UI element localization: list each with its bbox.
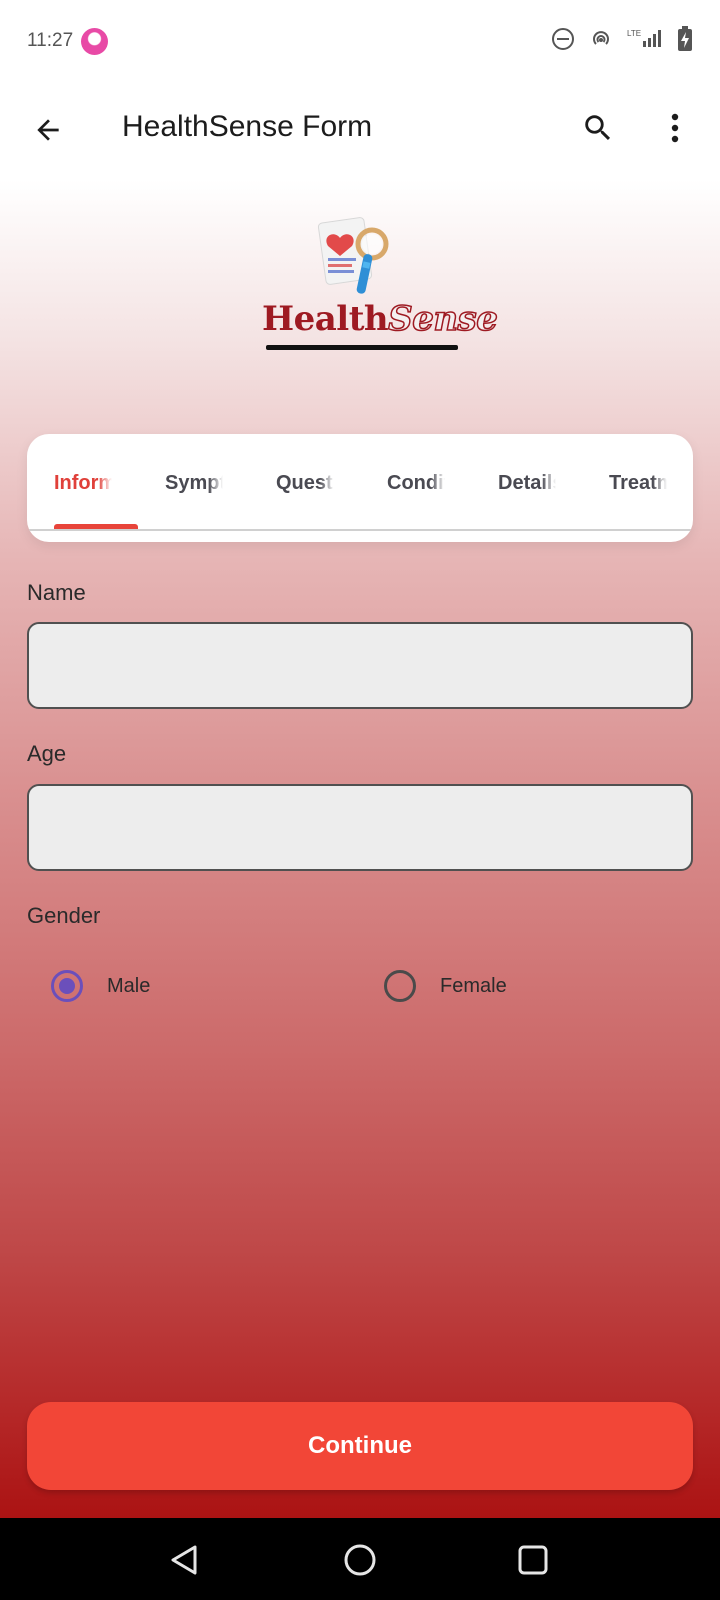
logo-sense-text: Sense — [387, 299, 498, 339]
radio-selected-dot — [59, 978, 75, 994]
search-icon — [585, 115, 611, 141]
back-button[interactable] — [28, 110, 68, 150]
logo-wordmark: HealthSense — [262, 299, 499, 339]
nav-back-icon — [171, 1545, 197, 1575]
healthsense-logo: HealthSense — [250, 210, 499, 360]
tab-details[interactable]: Details — [498, 472, 556, 495]
tab-symptoms[interactable]: Symptoms — [165, 472, 223, 495]
radio-male-label: Male — [107, 974, 151, 997]
name-label: Name — [27, 580, 86, 605]
back-arrow-icon — [37, 119, 59, 141]
hotspot-icon — [589, 27, 613, 56]
notification-avatar-icon — [81, 27, 109, 55]
tab-questions[interactable]: Questions — [276, 472, 334, 495]
nav-home-icon — [344, 1544, 376, 1576]
nav-recents-icon — [518, 1545, 548, 1575]
age-label: Age — [27, 741, 67, 766]
lte-signal-icon: LTE — [627, 27, 663, 56]
battery-charging-icon — [677, 25, 693, 57]
more-options-button[interactable] — [660, 108, 690, 148]
page-title: HealthSense Form — [122, 110, 373, 143]
radio-female-label: Female — [440, 974, 507, 997]
logo-health-text: Health — [262, 299, 389, 339]
gender-option-male[interactable]: Male — [51, 966, 150, 1006]
more-vert-icon — [671, 113, 679, 143]
search-button[interactable] — [578, 108, 618, 148]
logo-underline — [266, 345, 458, 350]
status-time: 11:27 — [27, 30, 74, 51]
status-icons: LTE — [551, 25, 693, 57]
age-input[interactable] — [27, 784, 693, 871]
dnd-icon — [551, 27, 575, 56]
continue-button[interactable]: Continue — [27, 1402, 693, 1490]
gender-option-female[interactable]: Female — [384, 966, 507, 1006]
nav-recents-button[interactable] — [511, 1538, 555, 1582]
app-bar: HealthSense Form — [0, 82, 720, 178]
gender-label: Gender — [27, 903, 101, 928]
radio-male[interactable] — [51, 970, 83, 1002]
tab-divider — [27, 529, 693, 531]
system-nav-bar — [0, 1518, 720, 1600]
network-type-label: LTE — [627, 29, 641, 38]
status-bar: 11:27 LTE — [0, 0, 720, 82]
form-section-tabs: Information Symptoms Questions Condition… — [27, 434, 693, 542]
nav-home-button[interactable] — [338, 1538, 382, 1582]
name-input[interactable] — [27, 622, 693, 709]
tab-treatment[interactable]: Treatment — [609, 472, 667, 495]
tab-information[interactable]: Information — [54, 472, 112, 495]
medical-report-magnifier-icon — [317, 217, 389, 294]
radio-female[interactable] — [384, 970, 416, 1002]
tab-conditions[interactable]: Conditions — [387, 472, 445, 495]
nav-back-button[interactable] — [163, 1538, 207, 1582]
